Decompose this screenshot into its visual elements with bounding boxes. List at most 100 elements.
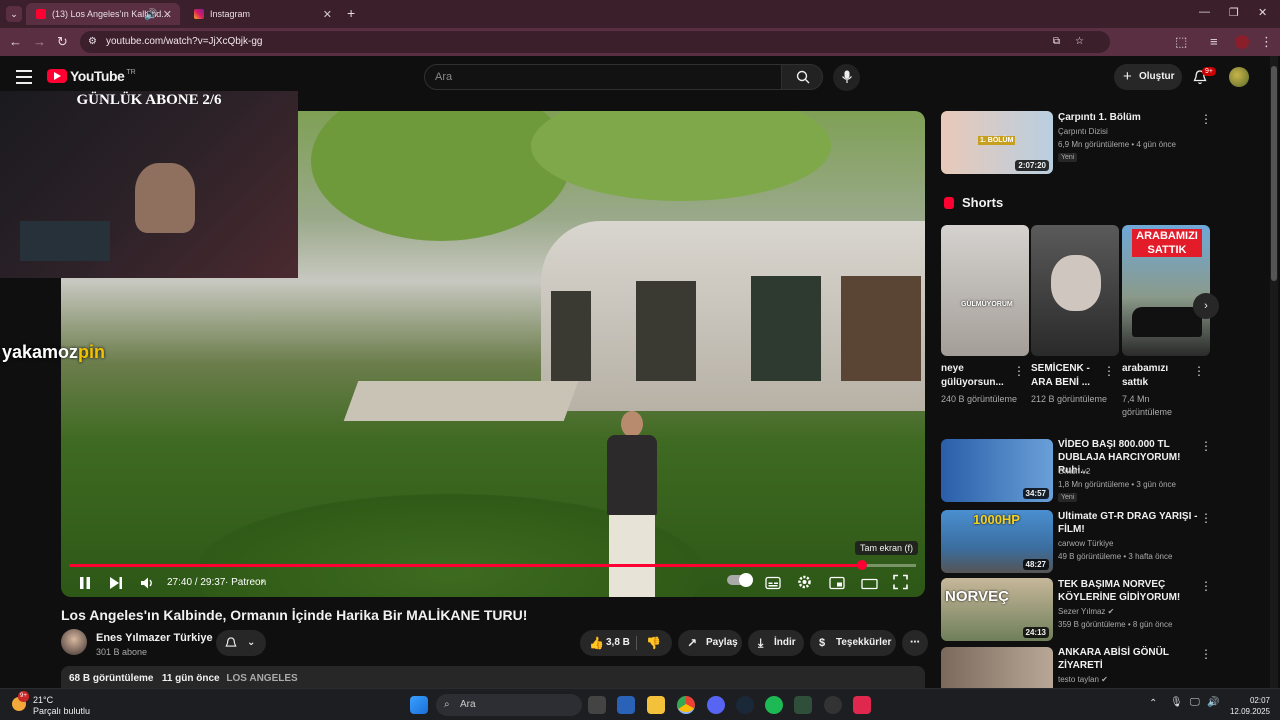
taskbar-search[interactable]: ⌕ Ara — [436, 694, 582, 716]
youtube-logo[interactable]: YouTube TR — [47, 68, 136, 84]
browser-menu-icon[interactable]: ⋮ — [1260, 34, 1273, 50]
site-info-icon[interactable]: ⚙ — [88, 31, 97, 53]
scrubber-handle[interactable] — [856, 560, 867, 570]
miniplayer-icon[interactable] — [829, 575, 845, 591]
recommended-channel[interactable]: carwow Türkiye — [1058, 538, 1113, 550]
short-thumbnail[interactable]: ARABAMIZI SATTIK — [1122, 225, 1210, 356]
close-tab-icon[interactable]: ✕ — [163, 8, 172, 21]
autoplay-toggle[interactable] — [727, 573, 753, 587]
location-tag[interactable]: LOS ANGELES — [226, 673, 297, 684]
download-button[interactable]: ⤓ İndir — [748, 630, 804, 656]
thumbs-down-icon[interactable]: 👎 — [646, 630, 661, 656]
more-options-icon[interactable]: ⋮ — [1193, 364, 1205, 378]
recommended-title[interactable]: Ultimate GT-R DRAG YARIŞI - FİLM! — [1058, 510, 1198, 536]
more-actions-icon[interactable]: ⋯ — [902, 630, 928, 656]
more-options-icon[interactable]: ⋮ — [1200, 511, 1212, 525]
recommended-thumbnail[interactable] — [941, 647, 1053, 688]
recommended-channel[interactable]: Sezer Yılmaz ✔ — [1058, 606, 1114, 618]
recommended-title[interactable]: Çarpıntı 1. Bölüm — [1058, 111, 1188, 124]
short-title[interactable]: arabamızı sattık — [1122, 362, 1192, 390]
restore-icon[interactable]: ❐ — [1229, 6, 1239, 19]
windows-start-icon[interactable] — [410, 696, 428, 714]
media-control-icon[interactable]: ≡ — [1210, 34, 1218, 49]
new-tab-button[interactable]: + — [347, 5, 355, 21]
speaker-icon[interactable]: 🔊 — [1207, 697, 1219, 708]
recommended-channel[interactable]: Orkun v2 — [1058, 466, 1090, 478]
share-button[interactable]: ↗ Paylaş — [678, 630, 742, 656]
voice-search-button[interactable] — [833, 64, 860, 91]
profile-avatar-icon[interactable] — [1235, 35, 1249, 49]
short-title[interactable]: SEMİCENK - ARA BENİ ... — [1031, 362, 1101, 390]
steam-icon[interactable] — [736, 696, 754, 714]
recommended-channel[interactable]: Çarpıntı Dizisi — [1058, 126, 1108, 138]
install-app-icon[interactable]: ⧉ — [1053, 31, 1060, 53]
recommended-title[interactable]: ANKARA ABİSİ GÖNÜL ZİYARETİ — [1058, 646, 1198, 672]
recommended-title[interactable]: TEK BAŞIMA NORVEÇ KÖYLERİNE GİDİYORUM! — [1058, 578, 1198, 604]
tab-instagram[interactable]: Instagram ✕ — [184, 3, 340, 25]
menu-icon[interactable] — [16, 70, 32, 88]
more-options-icon[interactable]: ⋮ — [1200, 647, 1212, 661]
short-thumbnail[interactable] — [1031, 225, 1119, 356]
channel-name[interactable]: Enes Yılmazer Türkiye — [96, 632, 213, 644]
recommended-thumbnail[interactable]: NORVEÇ 24:13 — [941, 578, 1053, 641]
recommended-thumbnail[interactable]: 1000HP 48:27 — [941, 510, 1053, 573]
search-input[interactable]: Ara — [424, 64, 782, 90]
search-button[interactable] — [781, 64, 823, 90]
back-icon[interactable]: ← — [9, 34, 22, 49]
recommended-channel[interactable]: testo taylan ✔ — [1058, 674, 1108, 686]
close-window-icon[interactable]: ✕ — [1258, 6, 1267, 19]
weather-widget[interactable]: 9+ 21°C Parçalı bulutlu — [12, 691, 90, 717]
thanks-button[interactable]: $ Teşekkürler — [810, 630, 896, 656]
notification-bell-button[interactable]: ⌄ — [216, 630, 266, 656]
microphone-icon[interactable]: 🎙 — [1170, 697, 1183, 708]
pause-icon[interactable] — [79, 575, 91, 591]
chrome-icon[interactable] — [677, 696, 695, 714]
short-thumbnail[interactable]: GÜLMÜYORUM — [941, 225, 1029, 356]
shorts-next-button[interactable]: › — [1193, 293, 1219, 319]
pocket-icon[interactable] — [853, 696, 871, 714]
fullscreen-icon[interactable] — [893, 574, 908, 590]
short-title[interactable]: neye gülüyorsun... — [941, 362, 1011, 390]
recommended-thumbnail[interactable]: 34:57 — [941, 439, 1053, 502]
obs-icon[interactable] — [824, 696, 842, 714]
forward-icon[interactable]: → — [33, 34, 46, 49]
like-button[interactable]: 👍 3,8 B 👎 — [580, 630, 672, 656]
extensions-icon[interactable]: ⬚ — [1175, 34, 1187, 50]
volume-icon[interactable] — [140, 575, 155, 591]
scrollbar-thumb[interactable] — [1271, 66, 1277, 281]
system-clock[interactable]: 02:07 12.09.2025 — [1226, 695, 1270, 717]
recommended-thumbnail[interactable]: 1. BÖLÜM 2:07:20 — [941, 111, 1053, 174]
more-options-icon[interactable]: ⋮ — [1013, 364, 1025, 378]
file-explorer-icon[interactable] — [647, 696, 665, 714]
more-options-icon[interactable]: ⋮ — [1103, 364, 1115, 378]
tab-search-chevron-icon[interactable]: ⌄ — [6, 6, 22, 22]
close-tab-icon[interactable]: ✕ — [323, 8, 332, 21]
more-options-icon[interactable]: ⋮ — [1200, 579, 1212, 593]
bookmark-star-icon[interactable]: ☆ — [1075, 31, 1084, 53]
reload-icon[interactable]: ↻ — [57, 34, 68, 50]
account-avatar[interactable] — [1229, 67, 1249, 87]
minimize-icon[interactable]: — — [1199, 6, 1210, 18]
more-options-icon[interactable]: ⋮ — [1200, 439, 1212, 453]
subtitles-icon[interactable] — [765, 575, 781, 591]
progress-bar[interactable] — [69, 560, 916, 570]
spotify-icon[interactable] — [765, 696, 783, 714]
search-icon: ⌕ — [444, 699, 450, 710]
task-view-icon[interactable] — [588, 696, 606, 714]
page-scrollbar[interactable] — [1270, 56, 1278, 688]
chapter-link[interactable]: · Patreon — [225, 577, 266, 593]
tray-expand-icon[interactable]: ⌃ — [1149, 698, 1157, 709]
store-icon[interactable] — [617, 696, 635, 714]
next-video-icon[interactable] — [109, 575, 123, 591]
more-options-icon[interactable]: ⋮ — [1200, 112, 1212, 126]
network-icon[interactable]: 🖵 — [1190, 697, 1200, 708]
audio-icon[interactable]: 🔊 — [144, 8, 158, 21]
create-button[interactable]: + Oluştur — [1114, 64, 1182, 90]
url-field[interactable]: ⚙ youtube.com/watch?v=JjXcQbjk-gg ⧉ ☆ — [80, 31, 1110, 53]
tab-youtube[interactable]: (13) Los Angeles'ın Kalbind... 🔊 ✕ — [26, 3, 180, 25]
theater-mode-icon[interactable] — [861, 576, 878, 592]
xbox-icon[interactable] — [794, 696, 812, 714]
settings-gear-icon[interactable] — [797, 574, 812, 590]
channel-avatar[interactable] — [61, 629, 87, 655]
discord-icon[interactable] — [707, 696, 725, 714]
